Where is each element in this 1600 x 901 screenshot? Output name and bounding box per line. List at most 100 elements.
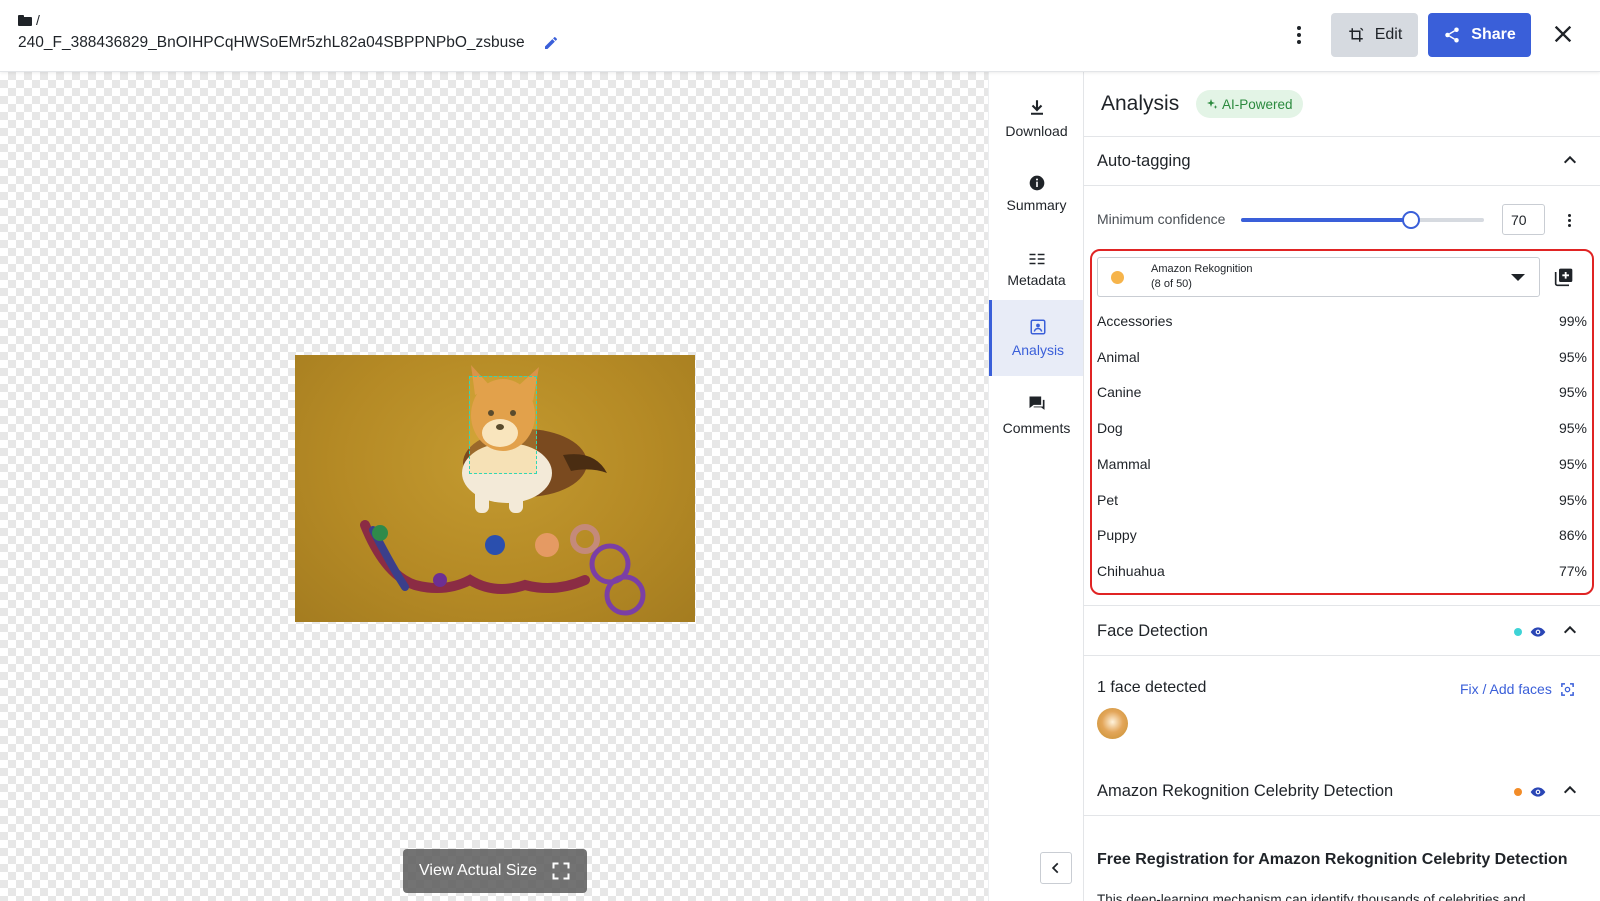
tag-confidence: 77% — [1558, 562, 1587, 579]
divider — [1083, 815, 1600, 816]
face-count-text: 1 face detected — [1097, 679, 1207, 696]
tag-name: Animal — [1097, 348, 1140, 365]
share-icon — [1445, 27, 1460, 43]
free-registration-title: Free Registration for Amazon Rekognition… — [1097, 851, 1568, 868]
tag-row[interactable]: Puppy 86% — [1097, 523, 1587, 547]
divider — [1083, 655, 1600, 656]
face-bounding-box[interactable] — [469, 376, 537, 474]
image-canvas[interactable]: View Actual Size — [0, 72, 988, 901]
close-icon — [1554, 25, 1572, 43]
folder-icon[interactable] — [18, 14, 32, 26]
ai-powered-badge: AI-Powered — [1196, 90, 1303, 118]
confidence-options-button[interactable] — [1563, 210, 1575, 230]
min-confidence-label: Minimum confidence — [1097, 211, 1226, 227]
tag-row[interactable]: Accessories 99% — [1097, 309, 1587, 333]
chevron-up-icon[interactable] — [1562, 622, 1578, 638]
face-scan-icon — [1560, 682, 1574, 696]
eye-icon[interactable] — [1530, 624, 1546, 640]
nav-summary[interactable]: Summary — [989, 156, 1084, 232]
comment-icon — [1029, 396, 1044, 410]
confidence-slider-thumb[interactable] — [1402, 211, 1421, 229]
divider — [1083, 136, 1600, 137]
tag-confidence: 95% — [1558, 491, 1587, 508]
face-detection-header[interactable]: Face Detection — [1097, 622, 1208, 641]
side-nav: Download Summary Metadata Analysis Comme… — [988, 72, 1084, 901]
download-icon — [1030, 100, 1043, 115]
fix-add-faces-label: Fix / Add faces — [1460, 681, 1552, 697]
tag-row[interactable]: Pet 95% — [1097, 488, 1587, 512]
celebrity-detection-header[interactable]: Amazon Rekognition Celebrity Detection — [1097, 782, 1393, 801]
top-bar: / 240_F_388436829_BnOIHPCqHWSoEMr5zhL82a… — [0, 0, 1600, 72]
provider-dropdown[interactable]: Amazon Rekognition (8 of 50) — [1097, 257, 1540, 297]
tag-confidence: 95% — [1558, 348, 1587, 365]
tag-row[interactable]: Mammal 95% — [1097, 452, 1587, 476]
eye-icon[interactable] — [1530, 784, 1546, 800]
view-actual-size-label: View Actual Size — [419, 862, 537, 879]
fix-add-faces-link[interactable]: Fix / Add faces — [1460, 681, 1575, 697]
chevron-up-icon[interactable] — [1562, 782, 1578, 798]
caret-down-icon — [1511, 274, 1525, 281]
tag-row[interactable]: Canine 95% — [1097, 380, 1587, 404]
nav-comments-label: Comments — [1002, 420, 1071, 436]
tag-confidence: 95% — [1558, 384, 1587, 401]
provider-tag-count: (8 of 50) — [1151, 278, 1192, 290]
chevron-left-icon — [1051, 862, 1059, 874]
celebrity-detection-dot — [1514, 788, 1522, 796]
nav-comments[interactable]: Comments — [989, 377, 1084, 453]
face-detection-dot — [1514, 628, 1522, 636]
confidence-input[interactable] — [1502, 204, 1545, 235]
confidence-slider[interactable] — [1241, 211, 1484, 229]
auto-tagging-header[interactable]: Auto-tagging — [1097, 152, 1191, 171]
tag-name: Chihuahua — [1097, 562, 1165, 579]
divider — [1083, 185, 1600, 186]
confidence-slider-fill — [1241, 218, 1412, 222]
chevron-up-icon[interactable] — [1562, 152, 1578, 168]
crop-rotate-icon — [1348, 27, 1364, 42]
nav-analysis[interactable]: Analysis — [989, 300, 1084, 376]
nav-download-label: Download — [1005, 123, 1068, 139]
tag-name: Dog — [1097, 420, 1123, 437]
provider-status-dot — [1111, 271, 1124, 284]
sparkle-icon — [1207, 99, 1218, 109]
preview-image — [295, 355, 695, 622]
tag-row[interactable]: Chihuahua 77% — [1097, 559, 1587, 583]
tag-name: Pet — [1097, 491, 1119, 508]
tag-row[interactable]: Animal 95% — [1097, 345, 1587, 369]
tag-confidence: 99% — [1558, 313, 1587, 329]
nav-download[interactable]: Download — [989, 80, 1084, 156]
tag-name: Mammal — [1097, 455, 1151, 472]
nav-summary-label: Summary — [1006, 197, 1067, 213]
tag-name: Canine — [1097, 384, 1142, 401]
add-to-library-icon[interactable] — [1554, 267, 1574, 287]
provider-name: Amazon Rekognition — [1151, 263, 1253, 275]
free-registration-description: This deep-learning mechanism can identif… — [1097, 892, 1526, 901]
share-button-label: Share — [1471, 26, 1516, 43]
fullscreen-icon — [552, 862, 570, 880]
collapse-panel-button[interactable] — [1040, 852, 1072, 884]
ai-badge-label: AI-Powered — [1222, 96, 1293, 112]
close-button[interactable] — [1547, 18, 1579, 50]
edit-button[interactable]: Edit — [1331, 13, 1418, 57]
view-actual-size-button[interactable]: View Actual Size — [403, 849, 587, 893]
tag-name: Accessories — [1097, 313, 1173, 329]
divider — [1083, 605, 1600, 606]
file-name: 240_F_388436829_BnOIHPCqHWSoEMr5zhL82a04… — [18, 34, 525, 51]
pencil-icon[interactable] — [543, 35, 559, 51]
tag-confidence: 95% — [1558, 455, 1587, 472]
tag-confidence: 86% — [1558, 527, 1587, 544]
share-button[interactable]: Share — [1428, 13, 1531, 57]
list-icon — [1029, 253, 1044, 265]
info-icon — [1029, 175, 1044, 191]
tag-row[interactable]: Dog 95% — [1097, 416, 1587, 440]
edit-button-label: Edit — [1374, 26, 1403, 43]
more-options-button[interactable] — [1284, 20, 1314, 50]
tag-confidence: 95% — [1558, 420, 1587, 437]
analysis-icon — [1030, 319, 1046, 335]
breadcrumb[interactable]: / — [18, 12, 40, 28]
tag-name: Puppy — [1097, 527, 1137, 544]
nav-metadata-label: Metadata — [1007, 272, 1066, 288]
nav-analysis-label: Analysis — [1011, 342, 1065, 358]
nav-metadata[interactable]: Metadata — [989, 232, 1084, 308]
breadcrumb-separator: / — [36, 12, 40, 28]
detected-face-thumbnail[interactable] — [1097, 708, 1128, 739]
